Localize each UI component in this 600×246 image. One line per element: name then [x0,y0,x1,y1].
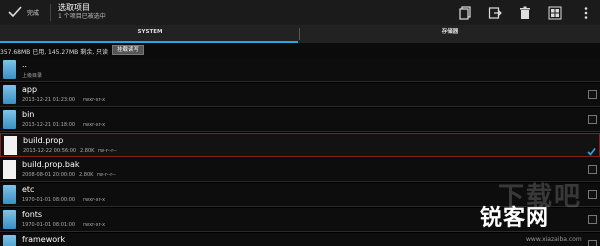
move-button[interactable] [485,3,505,23]
file-name: fonts [22,210,43,219]
watermark-url: www.xiazaiba.com [526,236,582,243]
file-name: build.prop [23,136,64,145]
select-checkbox[interactable] [588,115,597,124]
file-permissions: rwxr-xr-x [83,197,106,203]
storage-status-bar: 357.68MB 已用, 145.27MB 剩余, 只读 挂载读写 [0,43,600,58]
storage-usage-text: 357.68MB 已用, 145.27MB 剩余, 只读 [0,49,109,56]
file-name: bin [22,110,35,119]
file-date: 2013-12-21 01:23:00 [22,97,76,103]
file-row[interactable]: build.prop 2013-12-22 00:56:00 2.80K rw-r--… [0,133,600,157]
file-permissions: rw-r--r-- [97,172,116,178]
checkmark-icon [8,6,22,18]
selection-count: 1 个项目已被选中 [58,13,106,20]
select-checkbox[interactable] [588,215,597,224]
copy-icon [459,6,471,20]
file-date: 1970-01-01 08:00:00 [22,197,76,203]
file-date: 2013-12-22 00:56:00 [23,148,77,154]
file-name: framework [22,235,66,244]
select-all-button[interactable] [545,3,565,23]
file-size: 2.80K [79,172,94,178]
folder-icon [3,235,16,246]
select-checkbox[interactable] [588,240,597,246]
file-permissions: rw-r--r-- [98,148,117,154]
file-size: 2.80K [80,148,95,154]
divider [50,4,51,21]
file-permissions: rwxr-xr-x [83,122,106,128]
folder-icon [3,110,16,129]
mount-rw-button[interactable]: 挂载读写 [112,45,145,55]
copy-button[interactable] [455,3,475,23]
file-row[interactable]: bin 2013-12-21 01:18:00 rwxr-xr-x [0,108,600,132]
grid-icon [548,6,562,20]
file-icon [3,160,16,179]
file-date: 2013-12-21 01:18:00 [22,122,76,128]
done-label: 完成 [27,10,40,17]
folder-icon [3,60,16,79]
file-name: app [22,85,38,94]
select-checkbox[interactable] [587,141,596,156]
file-name: .. [22,60,28,69]
file-name: build.prop.bak [22,160,80,169]
select-checkbox[interactable] [588,165,597,174]
file-date: 1970-01-01 08:01:00 [22,222,76,228]
folder-icon [3,85,16,104]
file-permissions: rwxr-xr-x [83,222,106,228]
folder-icon [3,210,16,229]
file-date: 2008-08-01 20:00:00 [22,172,76,178]
select-checkbox[interactable] [588,190,597,199]
tab-storage[interactable]: 存储器 [300,25,600,43]
tab-bar: SYSTEM 存储器 [0,25,600,43]
watermark-logo: 锐客网 [480,206,550,231]
select-checkbox[interactable] [588,90,597,99]
done-button[interactable]: 完成 [0,0,50,25]
checkmark-icon [587,148,596,156]
page-title: 选取项目 [58,3,90,12]
trash-icon [520,6,530,19]
file-permissions: rwxr-xr-x [83,97,106,103]
file-icon [4,136,17,155]
file-date: 上级目录 [22,73,43,79]
file-name: etc [22,185,35,194]
file-row[interactable]: framework1970-01-01 08:00:00rwxr-xr-x [0,233,600,246]
overflow-menu-button[interactable] [576,3,596,23]
file-row[interactable]: .. 上级目录 [0,58,600,82]
action-bar: 完成 选取项目 1 个项目已被选中 [0,0,600,25]
delete-button[interactable] [515,3,535,23]
file-row[interactable]: app 2013-12-21 01:23:00 rwxr-xr-x [0,83,600,107]
title-block: 选取项目 1 个项目已被选中 [58,3,106,21]
folder-icon [3,185,16,204]
more-vertical-icon [584,7,588,19]
move-icon [488,7,502,19]
